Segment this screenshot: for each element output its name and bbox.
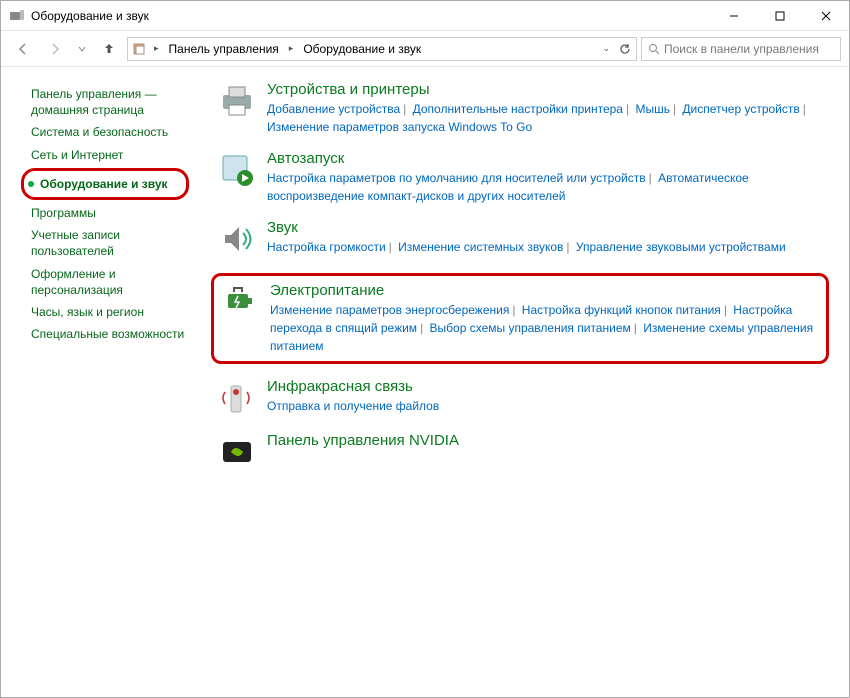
link[interactable]: Изменение системных звуков: [398, 240, 563, 254]
sidebar-item-clock[interactable]: Часы, язык и регион: [21, 301, 189, 323]
category-links: Изменение параметров энергосбережения| Н…: [270, 301, 820, 355]
category-infrared: Инфракрасная связь Отправка и получение …: [217, 378, 833, 418]
link[interactable]: Мышь: [635, 102, 670, 116]
app-icon: [9, 8, 25, 24]
recent-dropdown[interactable]: [73, 35, 91, 63]
link[interactable]: Дополнительные настройки принтера: [413, 102, 623, 116]
refresh-icon[interactable]: [618, 42, 632, 56]
minimize-button[interactable]: [711, 1, 757, 30]
search-icon: [648, 43, 660, 55]
back-button[interactable]: [9, 35, 37, 63]
address-bar[interactable]: ▸ Панель управления ▸ Оборудование и зву…: [127, 37, 637, 61]
link[interactable]: Настройка громкости: [267, 240, 386, 254]
window-title: Оборудование и звук: [31, 9, 149, 23]
link[interactable]: Отправка и получение файлов: [267, 399, 439, 413]
category-links: Добавление устройства| Дополнительные на…: [267, 100, 833, 136]
category-power-highlighted: Электропитание Изменение параметров энер…: [211, 273, 829, 364]
printer-icon: [217, 81, 257, 121]
link[interactable]: Настройка параметров по умолчанию для но…: [267, 171, 646, 185]
chevron-right-icon[interactable]: ▸: [287, 43, 296, 54]
category-autoplay: Автозапуск Настройка параметров по умолч…: [217, 150, 833, 205]
window-controls: [711, 1, 849, 30]
sidebar-item-appearance[interactable]: Оформление и персонализация: [21, 263, 189, 301]
link[interactable]: Диспетчер устройств: [682, 102, 799, 116]
breadcrumb-root[interactable]: Панель управления: [165, 42, 283, 56]
search-placeholder: Поиск в панели управления: [664, 42, 819, 56]
category-title[interactable]: Автозапуск: [267, 150, 833, 167]
bullet-icon: [28, 181, 34, 187]
content: Устройства и принтеры Добавление устройс…: [201, 67, 849, 697]
sidebar-item-accounts[interactable]: Учетные записи пользователей: [21, 224, 189, 262]
link[interactable]: Настройка функций кнопок питания: [522, 303, 721, 317]
category-title[interactable]: Устройства и принтеры: [267, 81, 833, 98]
link[interactable]: Изменение параметров энергосбережения: [270, 303, 509, 317]
chevron-right-icon[interactable]: ▸: [152, 43, 161, 54]
category-nvidia: Панель управления NVIDIA: [217, 432, 833, 472]
link[interactable]: Управление звуковыми устройствами: [576, 240, 786, 254]
breadcrumb-current[interactable]: Оборудование и звук: [299, 42, 425, 56]
chevron-down-icon[interactable]: ⌄: [602, 43, 610, 54]
forward-button[interactable]: [41, 35, 69, 63]
sidebar-item-programs[interactable]: Программы: [21, 202, 189, 224]
category-title[interactable]: Панель управления NVIDIA: [267, 432, 833, 449]
link[interactable]: Выбор схемы управления питанием: [430, 321, 631, 335]
up-button[interactable]: [95, 35, 123, 63]
sidebar: Панель управления — домашняя страница Си…: [1, 67, 201, 697]
category-title[interactable]: Электропитание: [270, 282, 820, 299]
category-sound: Звук Настройка громкости| Изменение сист…: [217, 219, 833, 259]
battery-icon: [220, 282, 260, 322]
nvidia-icon: [217, 432, 257, 472]
link[interactable]: Изменение параметров запуска Windows To …: [267, 120, 532, 134]
link[interactable]: Добавление устройства: [267, 102, 400, 116]
close-button[interactable]: [803, 1, 849, 30]
body: Панель управления — домашняя страница Си…: [1, 67, 849, 697]
autoplay-icon: [217, 150, 257, 190]
location-icon: [132, 41, 148, 57]
sidebar-item-home[interactable]: Панель управления — домашняя страница: [21, 83, 189, 121]
sidebar-item-hardware[interactable]: Оборудование и звук: [40, 173, 168, 195]
sidebar-item-network[interactable]: Сеть и Интернет: [21, 144, 189, 166]
sidebar-item-ease[interactable]: Специальные возможности: [21, 323, 189, 345]
category-links: Отправка и получение файлов: [267, 397, 833, 415]
titlebar: Оборудование и звук: [1, 1, 849, 31]
infrared-icon: [217, 378, 257, 418]
category-devices: Устройства и принтеры Добавление устройс…: [217, 81, 833, 136]
sidebar-item-system[interactable]: Система и безопасность: [21, 121, 189, 143]
category-title[interactable]: Звук: [267, 219, 833, 236]
window: Оборудование и звук: [0, 0, 850, 698]
category-title[interactable]: Инфракрасная связь: [267, 378, 833, 395]
sidebar-item-hardware-highlighted: Оборудование и звук: [21, 168, 189, 200]
address-row: ▸ Панель управления ▸ Оборудование и зву…: [1, 31, 849, 67]
speaker-icon: [217, 219, 257, 259]
maximize-button[interactable]: [757, 1, 803, 30]
category-links: Настройка громкости| Изменение системных…: [267, 238, 833, 256]
search-input[interactable]: Поиск в панели управления: [641, 37, 841, 61]
category-links: Настройка параметров по умолчанию для но…: [267, 169, 833, 205]
